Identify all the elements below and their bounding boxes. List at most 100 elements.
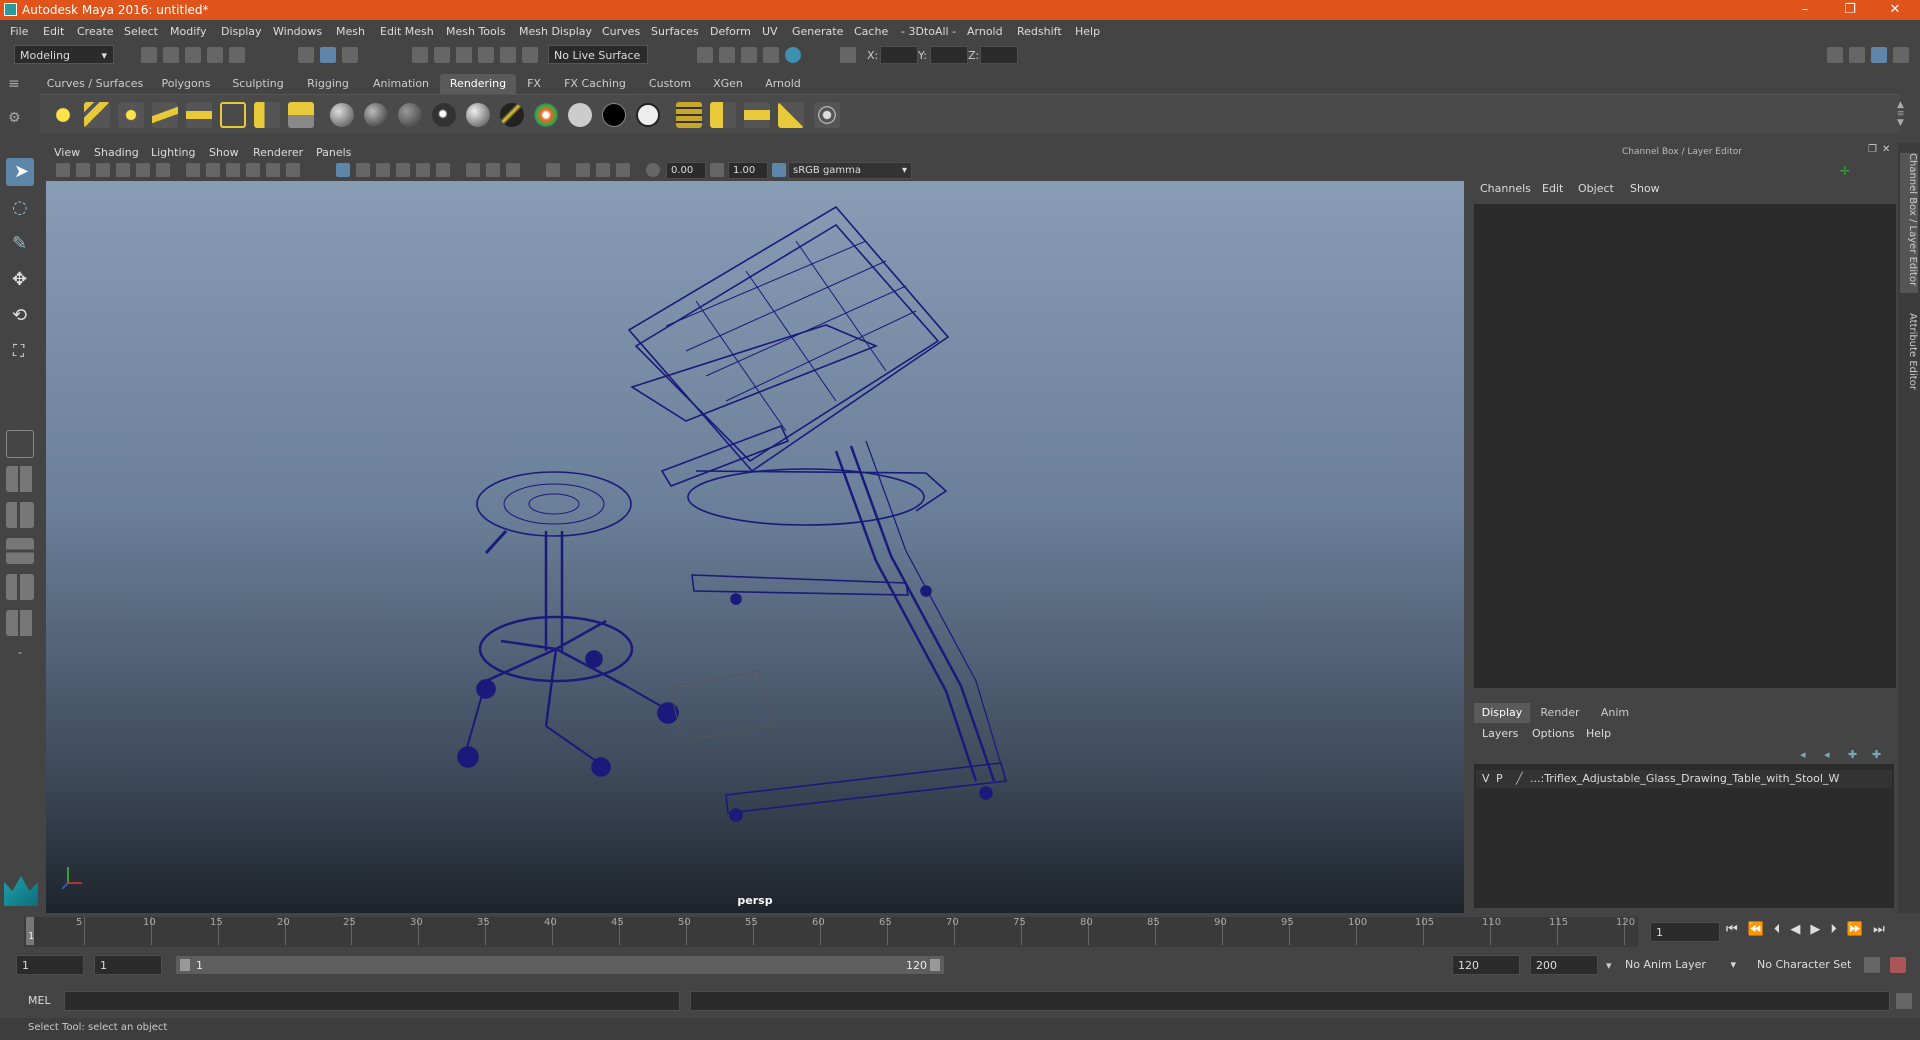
new-layer-icon[interactable]: ✚: [1848, 748, 1857, 761]
gamma-icon[interactable]: [710, 163, 724, 177]
phong-e-icon[interactable]: [466, 103, 490, 127]
animation-end-input[interactable]: 200: [1530, 955, 1598, 975]
four-view-layout-icon[interactable]: [6, 466, 34, 492]
show-batch-render-icon[interactable]: [814, 102, 840, 128]
panel-menu-view[interactable]: View: [54, 146, 80, 159]
command-input[interactable]: [64, 991, 680, 1011]
y-input[interactable]: [930, 46, 968, 64]
step-forward-icon[interactable]: ⏩: [1847, 922, 1873, 937]
persp-outliner-layout-icon[interactable]: [6, 502, 34, 528]
layer-playback-toggle[interactable]: P: [1496, 772, 1503, 785]
shelf-tab-arnold[interactable]: Arnold: [754, 74, 812, 94]
safe-action-icon[interactable]: [286, 163, 300, 177]
go-to-start-icon[interactable]: ⏮: [1726, 922, 1748, 937]
cb-menu-object[interactable]: Object: [1578, 182, 1614, 195]
x-input[interactable]: [880, 46, 918, 64]
blinn-icon[interactable]: [364, 103, 388, 127]
shelf-tab-rigging[interactable]: Rigging: [294, 74, 362, 94]
xray-components-icon[interactable]: [616, 163, 630, 177]
gamma-input[interactable]: 1.00: [728, 162, 768, 179]
panel-menu-show[interactable]: Show: [209, 146, 239, 159]
current-frame-input[interactable]: 1: [1650, 922, 1720, 942]
menu-modify[interactable]: Modify: [170, 25, 206, 38]
snap-view-plane-icon[interactable]: [478, 47, 494, 63]
snap-live-icon[interactable]: [500, 47, 516, 63]
grid-icon[interactable]: [186, 163, 200, 177]
shelf-menu-icon[interactable]: ≡: [8, 76, 30, 96]
menu-help[interactable]: Help: [1075, 25, 1100, 38]
view-transform-dropdown[interactable]: sRGB gamma ▾: [788, 162, 912, 179]
surface-shader-icon[interactable]: [568, 103, 592, 127]
panel-menu-panels[interactable]: Panels: [316, 146, 351, 159]
shelf-tab-polygons[interactable]: Polygons: [150, 74, 222, 94]
render-view-icon[interactable]: [697, 47, 713, 63]
menu-mesh-display[interactable]: Mesh Display: [519, 25, 592, 38]
exposure-input[interactable]: 0.00: [666, 162, 706, 179]
shelf-tab-sculpting[interactable]: Sculpting: [222, 74, 294, 94]
history-icon[interactable]: [522, 47, 538, 63]
shelf-tab-curves-surfaces[interactable]: Curves / Surfaces: [40, 74, 150, 94]
isolate-select-icon[interactable]: [546, 163, 560, 177]
use-all-lights-icon[interactable]: [416, 163, 430, 177]
menu-generate[interactable]: Generate: [792, 25, 843, 38]
layered-shader-icon[interactable]: [636, 103, 660, 127]
select-object-icon[interactable]: [320, 47, 336, 63]
modeling-toolkit-icon[interactable]: [1827, 47, 1843, 63]
animation-preferences-icon[interactable]: [1890, 957, 1906, 973]
layer-color-swatch[interactable]: ╱: [1516, 772, 1523, 785]
use-background-icon[interactable]: [602, 103, 626, 127]
command-language-label[interactable]: MEL: [28, 994, 51, 1007]
layer-row[interactable]: V P ╱ ...:Triflex_Adjustable_Glass_Drawi…: [1476, 770, 1892, 788]
play-forward-icon[interactable]: ▶: [1810, 922, 1830, 937]
panel-menu-shading[interactable]: Shading: [94, 146, 139, 159]
menu-curves[interactable]: Curves: [602, 25, 640, 38]
move-layer-down-icon[interactable]: ◂: [1824, 748, 1830, 761]
snap-curve-icon[interactable]: [434, 47, 450, 63]
auto-key-icon[interactable]: [1864, 957, 1880, 973]
layer-tab-render[interactable]: Render: [1530, 703, 1590, 723]
move-tool-icon[interactable]: ✥: [6, 266, 34, 294]
snap-grid-icon[interactable]: [412, 47, 428, 63]
layout-menu-icon[interactable]: -: [6, 646, 34, 666]
time-slider[interactable]: 1 5 10 15 20 25 30 35 40 45 50 55 60 65 70 75 80 85 90 95 1…: [24, 917, 1638, 947]
lambert-icon[interactable]: [398, 103, 422, 127]
area-light-icon[interactable]: [186, 102, 212, 128]
wireframe-on-shaded-icon[interactable]: [376, 163, 390, 177]
float-panel-icon[interactable]: ❐: [1868, 144, 1877, 155]
playback-end-input[interactable]: 120: [1452, 955, 1520, 975]
hypershade-icon[interactable]: [785, 47, 801, 63]
rotate-tool-icon[interactable]: ⟲: [6, 302, 34, 330]
cb-menu-channels[interactable]: Channels: [1480, 182, 1531, 195]
axis-orient-icon[interactable]: ✛: [1840, 164, 1850, 178]
menu-file[interactable]: File: [10, 25, 28, 38]
outliner-persp-layout-icon[interactable]: [6, 574, 34, 600]
tool-settings-toggle-icon[interactable]: [1893, 47, 1909, 63]
render-sequence-icon[interactable]: [710, 102, 736, 128]
z-input[interactable]: [980, 46, 1018, 64]
attribute-editor-toggle-icon[interactable]: [1849, 47, 1865, 63]
menu-display[interactable]: Display: [221, 25, 262, 38]
select-hierarchy-icon[interactable]: [298, 47, 314, 63]
playback-start-input[interactable]: 1: [94, 955, 162, 975]
menu-edit-mesh[interactable]: Edit Mesh: [380, 25, 434, 38]
anim-layer-dropdown[interactable]: No Anim Layer ▾: [1620, 955, 1738, 975]
new-scene-icon[interactable]: [141, 47, 157, 63]
script-editor-icon[interactable]: [1896, 993, 1912, 1009]
select-camera-icon[interactable]: [56, 163, 70, 177]
menu-select[interactable]: Select: [124, 25, 158, 38]
paint-select-tool-icon[interactable]: ✎: [6, 230, 34, 258]
range-slider[interactable]: 1 120: [176, 956, 944, 974]
range-start-handle[interactable]: [180, 959, 190, 971]
step-back-icon[interactable]: ⏪: [1748, 922, 1774, 937]
scale-tool-icon[interactable]: ⛶: [6, 338, 34, 366]
menu-edit[interactable]: Edit: [43, 25, 64, 38]
shelf-gear-icon[interactable]: ⚙: [8, 110, 30, 130]
menu-deform[interactable]: Deform: [710, 25, 751, 38]
menu-3dtoall[interactable]: - 3DtoAll -: [901, 25, 956, 38]
textured-icon[interactable]: [396, 163, 410, 177]
single-perspective-layout-icon[interactable]: [6, 430, 34, 458]
directional-light-icon[interactable]: [84, 102, 110, 128]
motion-blur-icon[interactable]: [486, 163, 500, 177]
batch-render-icon[interactable]: [744, 102, 770, 128]
side-tab-attribute-editor[interactable]: Attribute Editor: [1900, 313, 1918, 433]
